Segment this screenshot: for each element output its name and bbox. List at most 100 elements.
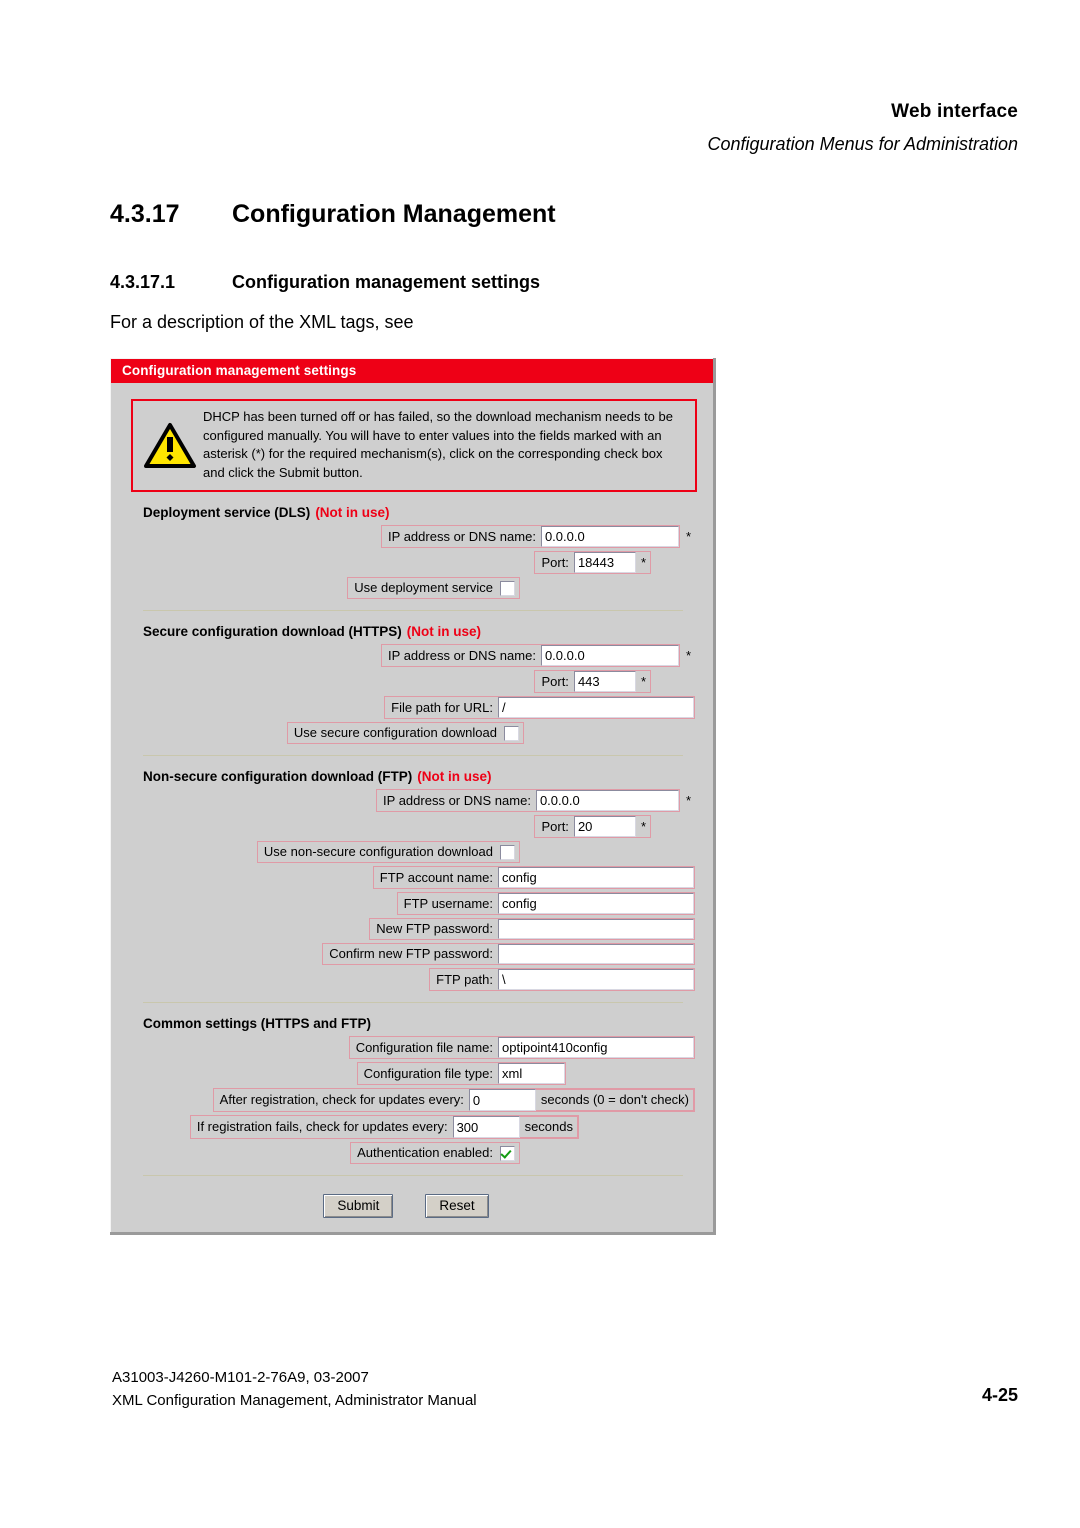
row-dls-use: Use deployment service xyxy=(143,577,695,600)
section-header-dls: Deployment service (DLS) (Not in use) xyxy=(143,505,695,520)
input-ftp-account[interactable]: config xyxy=(498,867,694,889)
input-dls-ip[interactable]: 0.0.0.0 xyxy=(540,526,679,548)
section-nonsecure-download: Non-secure configuration download (FTP)(… xyxy=(111,769,713,1004)
footer-line-2: XML Configuration Management, Administra… xyxy=(112,1392,477,1410)
label-config-filename: Configuration file name: xyxy=(355,1039,493,1055)
required-marker-https-port: * xyxy=(640,674,646,690)
row-after-registration: After registration, check for updates ev… xyxy=(143,1088,695,1113)
fieldgroup-dls-use: Use deployment service xyxy=(347,577,520,600)
section-divider xyxy=(143,1002,683,1004)
required-marker-ftp-ip: * xyxy=(685,793,691,809)
required-marker-ftp-port: * xyxy=(640,819,646,835)
fieldgroup-failed-registration: If registration fails, check for updates… xyxy=(189,1115,579,1140)
submit-button[interactable]: Submit xyxy=(323,1194,394,1219)
label-ftp-path: FTP path: xyxy=(436,971,493,987)
label-ftp-use: Use non-secure configuration download xyxy=(263,844,493,860)
warning-text: DHCP has been turned off or has failed, … xyxy=(203,409,673,480)
section-title-1: Configuration Management xyxy=(232,200,556,228)
header-title: Web interface xyxy=(891,101,1018,122)
row-https-ip: IP address or DNS name: 0.0.0.0 * xyxy=(143,644,695,668)
label-authentication-enabled: Authentication enabled: xyxy=(357,1145,493,1161)
row-ftp-newpassword: New FTP password: xyxy=(143,918,695,941)
panel-title-bar: Configuration management settings xyxy=(111,359,713,383)
input-dls-port[interactable]: 18443 xyxy=(573,552,636,574)
status-badge-ftp: (Not in use) xyxy=(417,769,492,785)
fieldgroup-config-filetype: Configuration file type: xml xyxy=(356,1062,566,1086)
row-ftp-account: FTP account name: config xyxy=(143,866,695,890)
checkbox-use-nonsecure-configuration-download[interactable] xyxy=(500,844,515,860)
section-label-dls: Deployment service (DLS) xyxy=(143,505,311,521)
input-ftp-username[interactable]: config xyxy=(498,893,694,915)
fieldgroup-ftp-path: FTP path: \ xyxy=(429,968,695,992)
input-https-ip[interactable]: 0.0.0.0 xyxy=(540,645,679,667)
section-label-ftp: Non-secure configuration download (FTP) xyxy=(143,769,413,785)
checkbox-authentication-enabled[interactable] xyxy=(500,1145,515,1161)
input-ftp-confirmpassword[interactable] xyxy=(498,944,694,965)
unit-after-registration: seconds (0 = don't check) xyxy=(535,1089,694,1112)
input-config-filename[interactable]: optipoint410config xyxy=(498,1037,694,1059)
label-dls-use: Use deployment service xyxy=(354,580,493,596)
page-header: Web interface Configuration Menus for Ad… xyxy=(708,100,1018,155)
reset-button[interactable]: Reset xyxy=(425,1194,489,1219)
section-number-1: 4.3.17 xyxy=(110,200,180,228)
panel-inner: Configuration management settings DHCP h… xyxy=(110,358,713,1233)
fieldgroup-after-registration: After registration, check for updates ev… xyxy=(212,1088,695,1113)
input-ftp-path[interactable]: \ xyxy=(498,969,694,991)
fieldgroup-https-use: Use secure configuration download xyxy=(286,722,524,745)
label-ftp-port: Port: xyxy=(541,818,569,834)
section-secure-download: Secure configuration download (HTTPS) (No… xyxy=(111,624,713,757)
checkbox-use-deployment-service[interactable] xyxy=(500,580,515,596)
input-ftp-newpassword[interactable] xyxy=(498,919,694,940)
row-ftp-path: FTP path: \ xyxy=(143,968,695,992)
section-label-https: Secure configuration download (HTTPS) xyxy=(143,624,402,640)
section-header-common: Common settings (HTTPS and FTP) xyxy=(143,1016,695,1031)
input-https-port[interactable]: 443 xyxy=(573,671,636,693)
warning-triangle-icon xyxy=(144,423,196,469)
input-config-filetype[interactable]: xml xyxy=(498,1063,565,1085)
fieldgroup-config-filename: Configuration file name: optipoint410con… xyxy=(348,1036,695,1060)
row-ftp-ip: IP address or DNS name: 0.0.0.0 * xyxy=(143,789,695,813)
label-https-filepath: File path for URL: xyxy=(391,699,493,715)
input-ftp-ip[interactable]: 0.0.0.0 xyxy=(535,790,679,812)
section-divider xyxy=(143,755,683,757)
row-authentication-enabled: Authentication enabled: xyxy=(143,1142,695,1165)
row-ftp-username: FTP username: config xyxy=(143,892,695,916)
required-marker-https-ip: * xyxy=(685,648,691,664)
footer-line-1: A31003-J4260-M101-2-76A9, 03-2007 xyxy=(112,1369,369,1386)
section-heading-2: 4.3.17.1 Configuration management settin… xyxy=(110,272,540,293)
section-header-ftp: Non-secure configuration download (FTP)(… xyxy=(143,769,695,784)
row-https-use: Use secure configuration download xyxy=(143,722,695,745)
input-failed-registration-interval[interactable]: 300 xyxy=(452,1116,520,1139)
fieldgroup-https-port: Port: 443 * xyxy=(534,670,651,694)
fieldgroup-dls-ip: IP address or DNS name: 0.0.0.0 xyxy=(381,525,680,549)
fieldgroup-dls-port: Port: 18443 * xyxy=(534,551,651,575)
label-after-registration: After registration, check for updates ev… xyxy=(219,1092,464,1108)
fieldgroup-ftp-use: Use non-secure configuration download xyxy=(256,841,520,864)
input-https-filepath[interactable]: / xyxy=(498,697,694,719)
label-dls-port: Port: xyxy=(541,554,569,570)
warning-wrapper: DHCP has been turned off or has failed, … xyxy=(111,383,713,493)
section-header-https: Secure configuration download (HTTPS) (No… xyxy=(143,624,695,639)
label-https-use: Use secure configuration download xyxy=(293,725,497,741)
row-ftp-use: Use non-secure configuration download xyxy=(143,841,695,864)
row-dls-port: Port: 18443 * xyxy=(143,551,695,575)
input-after-registration-interval[interactable]: 0 xyxy=(468,1089,536,1112)
button-row: Submit Reset xyxy=(143,1194,695,1219)
document-footer: A31003-J4260-M101-2-76A9, 03-2007 XML Co… xyxy=(112,1366,477,1413)
label-ftp-account: FTP account name: xyxy=(379,869,493,885)
unit-failed-registration: seconds xyxy=(519,1116,578,1139)
fieldgroup-ftp-newpassword: New FTP password: xyxy=(369,918,695,941)
fieldgroup-authentication-enabled: Authentication enabled: xyxy=(350,1142,520,1165)
checkbox-use-secure-configuration-download[interactable] xyxy=(504,725,519,741)
input-ftp-port[interactable]: 20 xyxy=(573,816,636,838)
row-ftp-confirmpassword: Confirm new FTP password: xyxy=(143,943,695,966)
label-https-port: Port: xyxy=(541,673,569,689)
label-ftp-username: FTP username: xyxy=(403,895,493,911)
header-subtitle: Configuration Menus for Administration xyxy=(707,133,1018,154)
status-badge-https: (Not in use) xyxy=(406,624,482,640)
section-deployment-service: Deployment service (DLS) (Not in use) IP … xyxy=(111,505,713,612)
row-config-filetype: Configuration file type: xml xyxy=(143,1062,695,1086)
section-common-settings: Common settings (HTTPS and FTP) Configur… xyxy=(111,1016,713,1219)
section-number-2: 4.3.17.1 xyxy=(110,272,176,292)
row-dls-ip: IP address or DNS name: 0.0.0.0 * xyxy=(143,525,695,549)
